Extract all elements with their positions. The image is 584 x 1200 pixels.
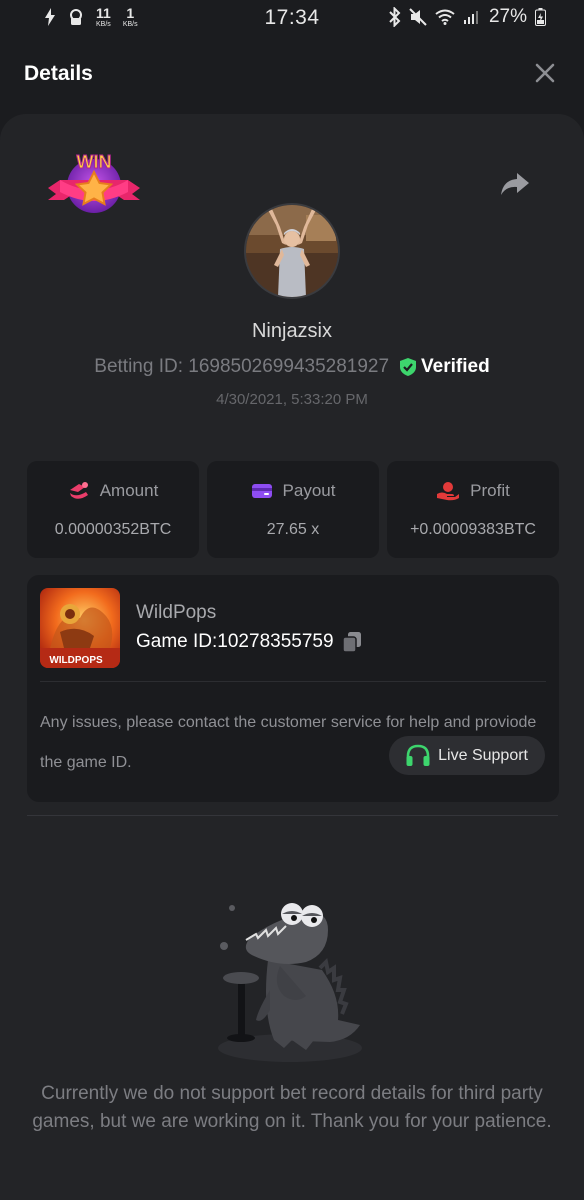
stat-card-profit: Profit +0.00009383BTC <box>387 461 559 558</box>
empty-state-message: Currently we do not support bet record d… <box>32 1083 552 1132</box>
betting-id: Betting ID: 1698502699435281927 <box>94 356 390 377</box>
stat-card-payout: Payout 27.65 x <box>207 461 379 558</box>
signal-icon <box>463 11 478 24</box>
section-divider <box>27 815 558 816</box>
header: Details <box>0 36 584 114</box>
wifi-icon <box>435 9 455 25</box>
stat-label-payout: Payout <box>282 481 336 500</box>
live-support-label: Live Support <box>438 746 528 764</box>
username: Ninjazsix <box>251 320 333 342</box>
win-badge-label: WIN <box>77 152 112 172</box>
stats-row: Amount 0.00000352BTC Payout 27.65 x Prof… <box>27 461 559 558</box>
headset-icon <box>406 744 430 766</box>
bluetooth-icon <box>389 7 401 27</box>
profit-hand-icon <box>437 482 460 501</box>
stat-value-amount: 0.00000352BTC <box>54 521 172 538</box>
close-icon[interactable] <box>534 62 556 84</box>
battery-icon <box>535 8 546 26</box>
game-id: Game ID:10278355759 <box>136 631 334 652</box>
bet-datetime: 4/30/2021, 5:33:20 PM <box>216 391 368 408</box>
stat-card-amount: Amount 0.00000352BTC <box>27 461 199 558</box>
verified-label: Verified <box>421 356 490 377</box>
stat-value-payout: 27.65 x <box>266 521 320 538</box>
stat-label-profit: Profit <box>470 481 510 500</box>
verified-shield-icon <box>400 358 417 376</box>
copy-icon[interactable] <box>341 631 362 653</box>
avatar <box>244 203 340 299</box>
status-bar: 11 KB/s 1 KB/s 17:34 27% <box>0 0 584 36</box>
mute-icon <box>409 8 427 26</box>
amount-icon <box>69 482 88 499</box>
game-card-divider <box>40 681 546 682</box>
game-name[interactable]: WildPops <box>136 602 216 624</box>
avatar-photo <box>246 205 338 297</box>
betting-id-row: Betting ID: 1698502699435281927 Verified <box>0 356 584 378</box>
game-thumbnail-text: WILDPOPS <box>49 655 103 666</box>
page-title: Details <box>24 62 93 85</box>
crocodile-illustration-icon <box>218 903 362 1062</box>
live-support-button[interactable]: Live Support <box>389 736 545 775</box>
win-badge-icon: WIN <box>48 152 140 213</box>
status-right: 27% <box>389 6 546 28</box>
stat-value-profit: +0.00009383BTC <box>410 521 536 538</box>
game-thumbnail[interactable]: WILDPOPS <box>40 588 120 668</box>
game-thumbnail-image: WILDPOPS <box>40 588 120 668</box>
battery-percent: 27% <box>488 6 527 27</box>
share-icon[interactable] <box>500 170 530 198</box>
stat-label-amount: Amount <box>99 481 159 500</box>
verified-badge: Verified <box>399 356 490 378</box>
game-card: WILDPOPS WildPops Game ID:10278355759 An… <box>27 575 559 802</box>
payout-card-icon <box>251 484 272 498</box>
game-id-row: Game ID:10278355759 <box>136 631 362 653</box>
